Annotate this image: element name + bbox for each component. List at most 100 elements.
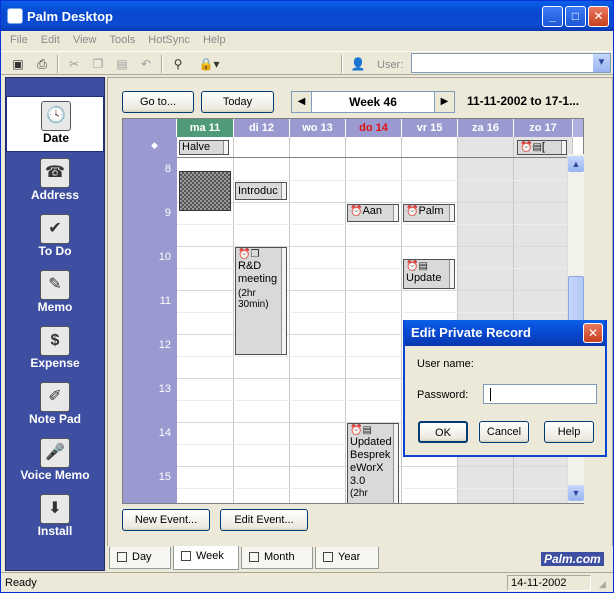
status-bar: Ready 14-11-2002 ◢ [1, 572, 613, 592]
undo-icon[interactable]: ↶ [137, 55, 155, 73]
checklist-icon: ✔ [40, 214, 70, 244]
allday-event[interactable]: ⏰▤[ [517, 140, 567, 155]
edit-event-button[interactable]: Edit Event... [220, 509, 308, 531]
sidebar-item-install[interactable]: ⬇ Install [6, 490, 104, 546]
print-icon[interactable]: ⎙ [33, 55, 51, 73]
help-button[interactable]: Help [544, 421, 594, 443]
palm-app-icon [7, 8, 23, 24]
maximize-button[interactable]: □ [565, 6, 586, 27]
menu-tools[interactable]: Tools [110, 34, 136, 46]
hour-label: 10 [158, 251, 171, 263]
menu-bar: File Edit View Tools HotSync Help [1, 31, 613, 51]
calendar-event[interactable]: ⏰❐ R&D meeting (2hr 30min) [235, 247, 287, 355]
chevron-down-icon[interactable]: ▼ [593, 54, 610, 72]
sidebar-item-label: Expense [30, 356, 80, 370]
toolbar-separator [57, 55, 59, 73]
allday-divider [177, 157, 573, 158]
sidebar-item-label: Memo [37, 300, 73, 314]
palm-com-logo[interactable]: Palm.com [541, 552, 604, 566]
new-event-button[interactable]: New Event... [122, 509, 210, 531]
scroll-up-icon[interactable]: ▲ [568, 156, 584, 172]
save-icon[interactable]: ▣ [9, 55, 27, 73]
year-view-icon [323, 552, 333, 562]
today-button[interactable]: Today [201, 91, 274, 113]
ok-button[interactable]: OK [418, 421, 468, 443]
menu-file[interactable]: File [10, 34, 28, 46]
calendar-event[interactable]: Introduc [235, 182, 287, 200]
scroll-down-icon[interactable]: ▼ [568, 485, 584, 501]
hour-label: 15 [158, 471, 171, 483]
sidebar-item-date[interactable]: 🕓 Date [6, 96, 104, 152]
microphone-icon: 🎤 [40, 438, 70, 468]
tab-year[interactable]: Year [315, 547, 379, 569]
sidebar-item-memo[interactable]: ✎ Memo [6, 266, 104, 322]
event-title: Halve [182, 141, 211, 153]
day-header[interactable]: zo 17 [514, 119, 573, 137]
day-column[interactable] [290, 137, 346, 503]
calendar-event[interactable]: ⏰Aan [347, 204, 399, 222]
tab-label: Day [132, 551, 152, 563]
password-input[interactable] [483, 384, 597, 404]
cut-icon[interactable]: ✂ [65, 55, 83, 73]
menu-hotsync[interactable]: HotSync [148, 34, 190, 46]
tab-day[interactable]: Day [109, 547, 171, 569]
tab-label: Year [338, 551, 361, 563]
resize-grip-icon[interactable]: ◢ [599, 579, 606, 590]
sidebar-item-address[interactable]: ☎ Address [6, 154, 104, 210]
note-icon: ▤ [362, 425, 372, 436]
day-header[interactable]: ma 11 [177, 119, 234, 137]
private-event-masked[interactable] [179, 171, 231, 211]
sidebar-item-voice-memo[interactable]: 🎤 Voice Memo [6, 434, 104, 490]
day-header[interactable]: di 12 [234, 119, 290, 137]
time-column: ◆ 8 9 10 11 12 13 14 15 [123, 137, 177, 503]
sidebar-item-notepad[interactable]: ✐ Note Pad [6, 378, 104, 434]
copy-icon[interactable]: ❐ [89, 55, 107, 73]
hour-label: 12 [158, 339, 171, 351]
sidebar-item-todo[interactable]: ✔ To Do [6, 210, 104, 266]
allday-event[interactable]: Halve [179, 140, 229, 155]
view-tabs: Day Week Month Year [107, 546, 613, 571]
event-title: [ [541, 141, 545, 153]
close-button[interactable]: ✕ [588, 6, 609, 27]
user-icon: 👤 [350, 57, 366, 71]
event-title: Palm [418, 205, 444, 217]
dialog-close-button[interactable]: ✕ [583, 323, 603, 343]
dialog-title-bar[interactable]: Edit Private Record ✕ [405, 320, 605, 346]
status-date: 14-11-2002 [507, 575, 591, 591]
user-select[interactable]: ▼ [411, 53, 611, 73]
calendar-event[interactable]: ⏰▤ Updated Besprek eWorX 3.0 (2hr [347, 423, 399, 503]
calendar-event[interactable]: ⏰▤ Update [403, 259, 455, 289]
find-icon[interactable]: ⚲ [169, 55, 187, 73]
sidebar-item-expense[interactable]: $ Expense [6, 322, 104, 378]
memo-pad-icon: ✎ [40, 270, 70, 300]
toolbar-separator [341, 55, 343, 73]
menu-edit[interactable]: Edit [41, 34, 60, 46]
menu-help[interactable]: Help [203, 34, 226, 46]
day-header[interactable]: do 14 [346, 119, 402, 137]
hour-label: 13 [158, 383, 171, 395]
money-icon: $ [40, 326, 70, 356]
day-header-row: ma 11 di 12 wo 13 do 14 vr 15 za 16 zo 1… [123, 119, 583, 137]
menu-view[interactable]: View [73, 34, 97, 46]
event-duration: (2hr 30min) [238, 288, 269, 310]
week-view-icon [181, 551, 191, 561]
next-week-icon[interactable]: ▶ [434, 92, 454, 112]
tab-month[interactable]: Month [241, 547, 313, 569]
title-bar[interactable]: Palm Desktop _ □ ✕ [1, 1, 613, 31]
address-card-icon: ☎ [40, 158, 70, 188]
tab-week[interactable]: Week [173, 546, 239, 570]
minimize-button[interactable]: _ [542, 6, 563, 27]
goto-button[interactable]: Go to... [122, 91, 194, 113]
repeat-icon: ❐ [250, 249, 260, 260]
cancel-button[interactable]: Cancel [479, 421, 529, 443]
paste-icon[interactable]: ▤ [113, 55, 131, 73]
main-window: Palm Desktop _ □ ✕ File Edit View Tools … [0, 0, 614, 593]
note-icon: ▤ [418, 261, 428, 272]
lock-privacy-icon[interactable]: 🔒▾ [197, 55, 221, 73]
day-header[interactable]: wo 13 [290, 119, 346, 137]
day-header[interactable]: za 16 [458, 119, 514, 137]
prev-week-icon[interactable]: ◀ [292, 92, 312, 112]
calendar-event[interactable]: ⏰Palm [403, 204, 455, 222]
week-label: Week 46 [349, 95, 397, 109]
day-header[interactable]: vr 15 [402, 119, 458, 137]
